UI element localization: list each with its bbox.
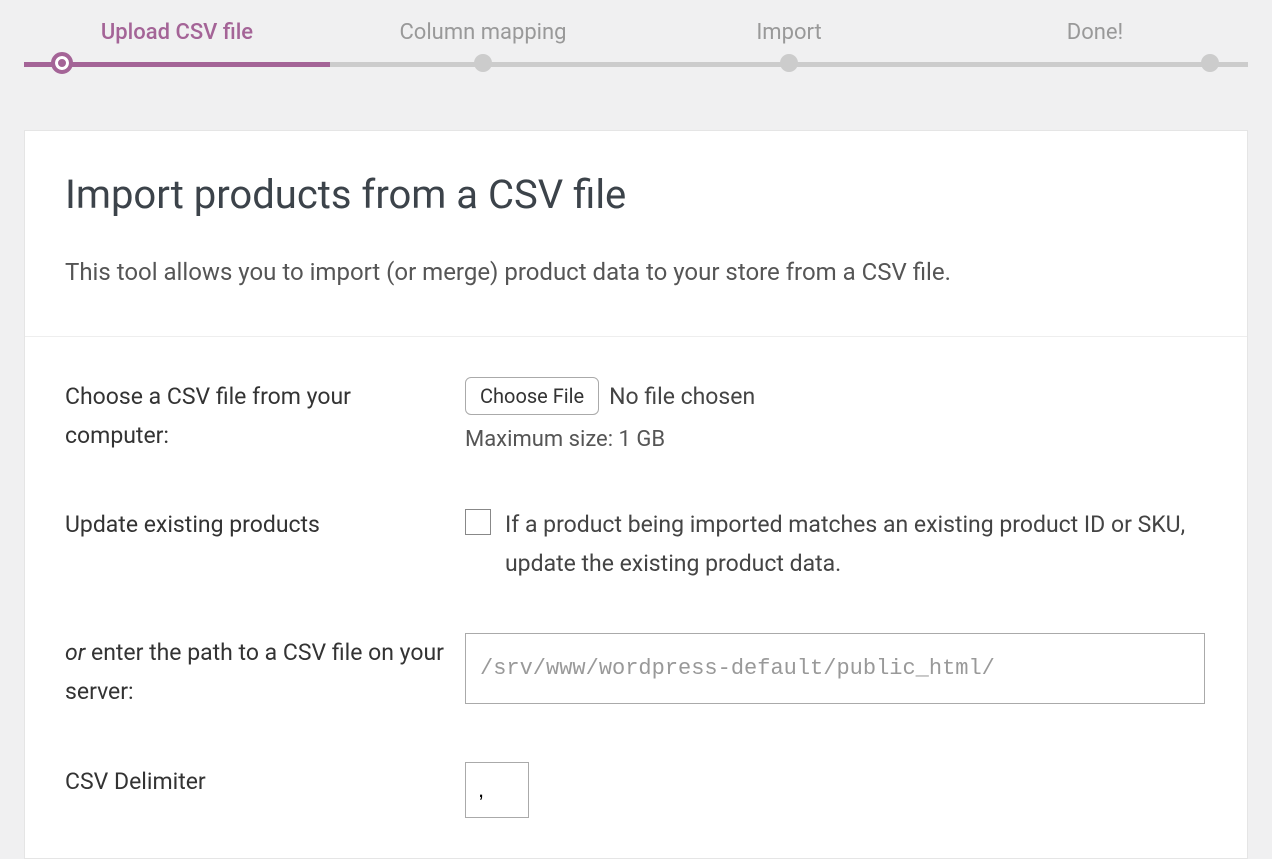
choose-file-label: Choose a CSV file from your computer: [65,377,465,455]
update-existing-description: If a product being imported matches an e… [505,505,1207,583]
step-dot-icon [1201,54,1219,72]
progress-stepper: Upload CSV file Column mapping Import Do… [24,0,1248,90]
form-body: Choose a CSV file from your computer: Ch… [25,337,1247,858]
row-choose-file: Choose a CSV file from your computer: Ch… [65,377,1207,455]
step-import[interactable]: Import [636,20,942,63]
step-dot-icon [51,52,73,74]
file-chosen-status: No file chosen [609,383,755,410]
row-server-path: or enter the path to a CSV file on your … [65,633,1207,711]
server-path-label-rest: enter the path to a CSV file on your ser… [65,639,444,705]
step-label: Upload CSV file [24,20,330,45]
step-dot-icon [474,54,492,72]
step-label: Column mapping [330,20,636,45]
server-path-label-prefix: or [65,639,85,666]
delimiter-label: CSV Delimiter [65,762,465,801]
row-update-existing: Update existing products If a product be… [65,505,1207,583]
server-path-input[interactable] [465,633,1205,704]
server-path-label: or enter the path to a CSV file on your … [65,633,465,711]
import-card: Import products from a CSV file This too… [24,130,1248,859]
choose-file-button[interactable]: Choose File [465,377,599,415]
card-header: Import products from a CSV file This too… [25,131,1247,337]
step-dot-icon [780,54,798,72]
file-size-hint: Maximum size: 1 GB [465,427,1207,452]
page-title: Import products from a CSV file [65,171,1207,218]
update-existing-checkbox[interactable] [465,509,491,535]
update-existing-label: Update existing products [65,505,465,544]
step-done[interactable]: Done! [942,20,1248,63]
step-label: Done! [942,20,1248,45]
delimiter-input[interactable] [465,762,529,818]
page-subtitle: This tool allows you to import (or merge… [65,258,1207,286]
step-label: Import [636,20,942,45]
row-delimiter: CSV Delimiter [65,762,1207,818]
step-upload[interactable]: Upload CSV file [24,20,330,63]
step-column-mapping[interactable]: Column mapping [330,20,636,63]
